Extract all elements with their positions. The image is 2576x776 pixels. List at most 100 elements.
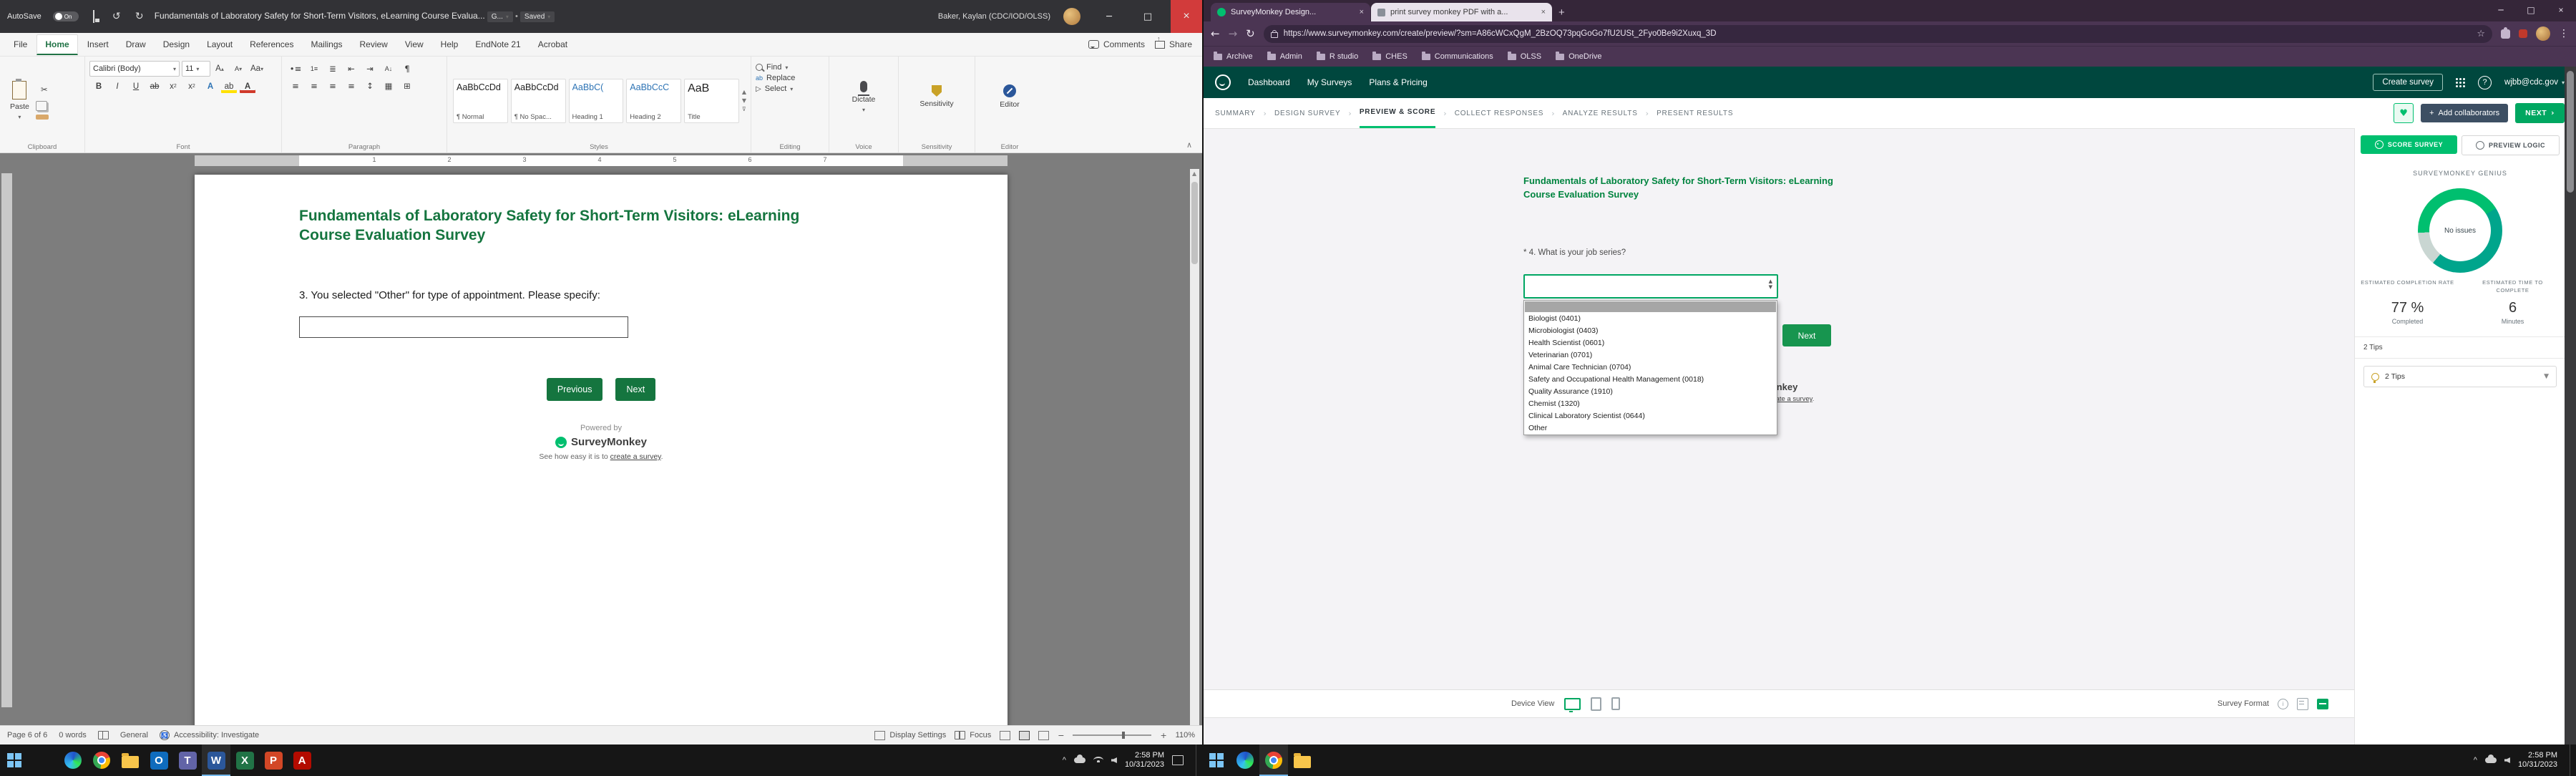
taskbar-teams[interactable]: T [173,745,202,776]
superscript-button[interactable]: x2 [183,79,200,94]
bookmark-rstudio[interactable]: R studio [1317,52,1358,61]
sensitivity-status[interactable]: General [120,731,148,739]
step-summary[interactable]: SUMMARY [1215,100,1256,127]
close-button[interactable]: × [1171,0,1202,33]
style-heading1[interactable]: AaBbC( Heading 1 [569,79,624,123]
copy-button[interactable] [36,101,47,111]
font-name-select[interactable]: Calibri (Body)▾ [89,61,180,77]
show-desktop-button[interactable] [2570,745,2573,776]
numbering-button[interactable]: 1≡ [306,61,323,76]
sensitivity-label-chip[interactable]: G...▾ [487,11,513,22]
subscript-button[interactable]: x2 [165,79,182,94]
styles-scroll-up-button[interactable]: ▲ [742,89,746,95]
align-left-button[interactable]: ≡ [287,78,304,93]
comments-button[interactable]: Comments [1088,39,1145,49]
close-button[interactable]: × [2546,0,2576,20]
bookmark-olss[interactable]: OLSS [1508,52,1541,61]
dropdown-option[interactable]: Animal Care Technician (0704) [1524,362,1777,374]
close-tab-icon[interactable]: × [1360,8,1364,16]
tab-layout[interactable]: Layout [199,35,240,54]
taskbar-excel[interactable]: X [230,745,259,776]
donate-heart-button[interactable]: ♥ [2394,103,2414,123]
dropdown-option[interactable]: Chemist (1320) [1524,398,1777,410]
taskbar-powerpoint[interactable]: P [259,745,288,776]
tab-draw[interactable]: Draw [118,35,154,54]
tab-help[interactable]: Help [433,35,467,54]
scrollbar-thumb[interactable] [2567,71,2574,193]
action-center-icon[interactable] [1172,755,1184,765]
tips-accordion[interactable]: 2 Tips ▼ [2363,366,2557,387]
tab-endnote[interactable]: EndNote 21 [467,35,528,54]
classic-format-button[interactable] [2297,698,2308,710]
zoom-slider[interactable] [1073,734,1151,736]
bookmark-archive[interactable]: Archive [1214,52,1253,61]
step-present-results[interactable]: PRESENT RESULTS [1657,100,1733,127]
back-button[interactable]: ← [1211,27,1220,40]
tab-references[interactable]: References [242,35,301,54]
style-heading2[interactable]: AaBbCcC Heading 2 [626,79,681,123]
tab-file[interactable]: File [6,35,35,54]
forward-button[interactable]: → [1229,27,1238,40]
format-painter-button[interactable] [36,115,49,120]
saved-status[interactable]: Saved▾ [520,11,555,22]
highlight-color-button[interactable]: ab [220,79,238,94]
style-title[interactable]: AaB Title [684,79,739,123]
browser-tab-pdf[interactable]: print survey monkey PDF with a... × [1371,3,1552,21]
desktop-view-button[interactable] [1564,698,1581,710]
tray-expand-button[interactable]: ^ [2474,756,2477,765]
text-answer-field[interactable] [299,316,628,338]
display-settings-button[interactable]: Display Settings [874,731,946,740]
style-no-spacing[interactable]: AaBbCcDd ¶ No Spac... [511,79,566,123]
help-icon[interactable]: ? [2478,76,2492,89]
maximize-button[interactable]: □ [2516,0,2546,20]
undo-button[interactable]: ↺ [109,11,125,22]
volume-icon[interactable] [1111,757,1117,763]
zoom-level[interactable]: 110% [1176,731,1195,739]
step-collect-responses[interactable]: COLLECT RESPONSES [1455,100,1544,127]
taskbar-clock[interactable]: 2:58 PM 10/31/2023 [1125,751,1164,770]
dictate-button[interactable]: Dictate ▾ [834,61,894,132]
taskbar-chrome-active[interactable] [1259,745,1288,776]
line-spacing-button[interactable]: ↕ [361,78,379,93]
zoom-slider-thumb[interactable] [1122,732,1125,739]
profile-avatar[interactable] [2536,26,2550,41]
cut-button[interactable]: ✂ [36,82,53,97]
tab-acrobat[interactable]: Acrobat [530,35,575,54]
taskbar-edge[interactable] [1231,745,1259,776]
proofing-icon[interactable] [98,731,109,739]
avatar[interactable] [1063,8,1080,25]
close-tab-icon[interactable]: × [1541,8,1546,16]
dropdown-option[interactable]: Veterinarian (0701) [1524,349,1777,362]
taskbar-explorer[interactable] [1288,745,1317,776]
survey-next-button[interactable]: Next [1782,324,1831,346]
multilevel-list-button[interactable]: ≣ [324,61,341,76]
onedrive-icon[interactable] [2485,757,2497,763]
minimize-button[interactable]: ─ [2486,0,2516,20]
next-button[interactable]: Next [615,378,655,401]
taskbar-explorer[interactable] [116,745,145,776]
reload-button[interactable]: ↻ [1246,27,1255,40]
extensions-icon[interactable] [2501,29,2510,39]
account-menu[interactable]: wjbb@cdc.gov▾ [2504,78,2565,87]
score-survey-tab[interactable]: SCORE SURVEY [2361,135,2457,154]
paste-button[interactable]: Paste ▾ [4,65,35,137]
shading-button[interactable]: ▦ [380,78,397,93]
bookmark-onedrive[interactable]: OneDrive [1556,52,1601,61]
apps-grid-icon[interactable] [2456,78,2465,87]
taskbar-clock[interactable]: 2:58 PM 10/31/2023 [2518,751,2557,770]
bold-button[interactable]: B [90,79,107,94]
previous-button[interactable]: Previous [547,378,603,401]
show-formatting-button[interactable]: ¶ [399,61,416,76]
browser-tab-surveymonkey[interactable]: SurveyMonkey Design... × [1211,3,1370,21]
next-step-button[interactable]: NEXT› [2515,103,2565,123]
dropdown-option[interactable]: Clinical Laboratory Scientist (0644) [1524,410,1777,422]
nav-dashboard[interactable]: Dashboard [1248,77,1290,87]
select-button[interactable]: ▷Select▾ [756,84,824,93]
document-page[interactable]: Fundamentals of Laboratory Safety for Sh… [195,175,1008,725]
dropdown-option[interactable]: Microbiologist (0403) [1524,325,1777,337]
onedrive-icon[interactable] [1074,757,1085,763]
dropdown-option[interactable]: Biologist (0401) [1524,313,1777,325]
scroll-up-icon[interactable]: ▲ [1192,170,1196,177]
taskbar-acrobat[interactable]: A [288,745,316,776]
decrease-indent-button[interactable]: ⇤ [343,61,360,76]
